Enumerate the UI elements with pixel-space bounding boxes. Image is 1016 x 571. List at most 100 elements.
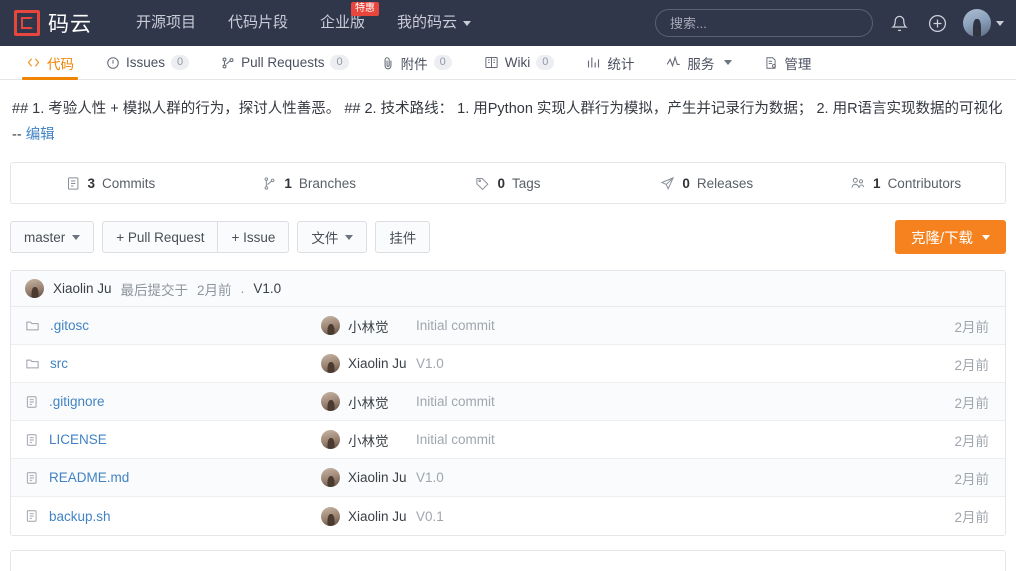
tab-badge: 0	[330, 55, 349, 70]
commit-icon	[66, 176, 81, 191]
commit-author[interactable]: Xiaolin Ju	[53, 281, 112, 296]
file-text-icon	[25, 395, 39, 409]
branch-selector[interactable]: master	[10, 221, 95, 253]
files-menu-label: 文件	[311, 231, 339, 246]
stat-label: Branches	[298, 175, 356, 191]
file-name-cell[interactable]: .gitosc	[11, 318, 321, 333]
stat-tags[interactable]: 0 Tags	[409, 176, 608, 191]
edit-description-link[interactable]: 编辑	[26, 127, 55, 143]
author-name: 小林觉	[348, 395, 389, 411]
table-row[interactable]: README.md Xiaolin Ju V1.0 2月前	[11, 459, 1005, 497]
file-author-cell[interactable]: 小林觉	[321, 392, 416, 412]
contributors-icon	[850, 175, 866, 191]
chevron-down-icon	[996, 20, 1004, 26]
author-name: Xiaolin Ju	[348, 470, 407, 485]
tab-services[interactable]: 服务	[650, 46, 748, 79]
file-name-cell[interactable]: LICENSE	[11, 432, 321, 447]
tab-attachments[interactable]: 附件 0	[365, 46, 468, 79]
file-time: 2月前	[954, 433, 989, 449]
search-input[interactable]	[655, 9, 873, 37]
new-issue-button[interactable]: + Issue	[217, 221, 290, 253]
table-row[interactable]: .gitignore 小林觉 Initial commit 2月前	[11, 383, 1005, 421]
file-author-cell[interactable]: Xiaolin Ju	[321, 354, 416, 373]
plus-circle-icon[interactable]	[925, 11, 949, 35]
readme-panel	[10, 550, 1006, 571]
nav-item-opensource[interactable]: 开源项目	[120, 0, 212, 46]
clone-download-button[interactable]: 克隆/下载	[894, 220, 1006, 254]
create-button-group: + Pull Request + Issue	[102, 221, 290, 253]
author-name: 小林觉	[348, 319, 389, 335]
file-commit-message[interactable]: V0.1	[416, 509, 919, 524]
file-commit-message[interactable]: Initial commit	[416, 394, 919, 409]
file-commit-message[interactable]: Initial commit	[416, 318, 919, 333]
tab-label: 统计	[607, 56, 635, 72]
file-author-cell[interactable]: Xiaolin Ju	[321, 506, 416, 526]
tab-issues[interactable]: Issues 0	[90, 46, 205, 79]
settings-doc-icon	[764, 56, 778, 70]
file-name: backup.sh	[49, 508, 111, 524]
file-commit-message[interactable]: Initial commit	[416, 432, 919, 447]
chevron-down-icon	[724, 60, 733, 65]
nav-item-enterprise[interactable]: 企业版 特惠	[304, 0, 381, 46]
files-menu-button[interactable]: 文件	[297, 221, 368, 253]
top-header: 码云 开源项目 代码片段 企业版 特惠 我的码云	[0, 0, 1016, 46]
tab-manage[interactable]: 管理	[748, 46, 827, 79]
nav-item-snippets[interactable]: 代码片段	[212, 0, 304, 46]
stat-label: Commits	[102, 175, 156, 191]
tab-code[interactable]: 代码	[10, 46, 90, 80]
brand-logo[interactable]: 码云	[0, 8, 92, 38]
notification-bell-icon[interactable]	[887, 11, 911, 35]
tab-wiki[interactable]: Wiki 0	[468, 46, 571, 79]
brand-name: 码云	[48, 13, 92, 36]
stat-commits[interactable]: 3 Commits	[11, 176, 210, 191]
file-author-cell[interactable]: 小林觉	[321, 316, 416, 336]
stat-releases[interactable]: 0 Releases	[607, 176, 806, 191]
nav-item-my-gitee[interactable]: 我的码云	[381, 0, 487, 46]
table-row[interactable]: backup.sh Xiaolin Ju V0.1 2月前	[11, 497, 1005, 535]
stat-count: 3	[87, 175, 96, 191]
code-icon	[26, 55, 41, 70]
repo-description: ## 1. 考验人性 + 模拟人群的行为，探讨人性善恶。 ## 2. 技术路线：…	[10, 80, 1006, 162]
file-name-cell[interactable]: .gitignore	[11, 394, 321, 409]
table-row[interactable]: LICENSE 小林觉 Initial commit 2月前	[11, 421, 1005, 459]
tab-pull-requests[interactable]: Pull Requests 0	[205, 46, 364, 79]
new-pull-request-button[interactable]: + Pull Request	[102, 221, 218, 253]
file-commit-message[interactable]: V1.0	[416, 356, 919, 371]
commit-meta-label: 最后提交于	[120, 282, 189, 298]
release-icon	[660, 176, 675, 191]
stat-count: 1	[284, 175, 292, 191]
avatar	[321, 354, 340, 373]
chevron-down-icon	[345, 234, 354, 240]
tab-statistics[interactable]: 统计	[570, 46, 650, 79]
file-name: .gitosc	[50, 318, 90, 333]
tab-badge: 0	[433, 55, 452, 70]
issue-circle-icon	[106, 56, 120, 70]
file-author-cell[interactable]: 小林觉	[321, 430, 416, 450]
widget-button[interactable]: 挂件	[375, 221, 431, 253]
repo-tabbar: 代码 Issues 0 Pull Requests 0 附件 0 Wiki 0 …	[0, 46, 1016, 80]
avatar	[321, 430, 340, 449]
author-name: Xiaolin Ju	[348, 356, 407, 371]
tab-label: 代码	[47, 56, 74, 72]
branch-icon	[262, 176, 277, 191]
file-author-cell[interactable]: Xiaolin Ju	[321, 468, 416, 487]
tag-icon	[475, 176, 490, 191]
file-name-cell[interactable]: src	[11, 356, 321, 371]
stat-branches[interactable]: 1 Branches	[210, 176, 409, 191]
file-name-cell[interactable]: README.md	[11, 470, 321, 485]
file-name-cell[interactable]: backup.sh	[11, 509, 321, 524]
nav-label: 代码片段	[228, 14, 289, 31]
table-row[interactable]: .gitosc 小林觉 Initial commit 2月前	[11, 307, 1005, 345]
file-text-icon	[25, 433, 39, 447]
file-time: 2月前	[954, 357, 989, 373]
file-commit-message[interactable]: V1.0	[416, 470, 919, 485]
stat-contributors[interactable]: 1 Contributors	[806, 175, 1005, 191]
avatar-menu[interactable]	[963, 9, 1004, 37]
stat-label: Tags	[511, 175, 541, 191]
stat-count: 0	[682, 175, 690, 191]
table-row[interactable]: src Xiaolin Ju V1.0 2月前	[11, 345, 1005, 383]
repo-content: ## 1. 考验人性 + 模拟人群的行为，探讨人性善恶。 ## 2. 技术路线：…	[0, 80, 1016, 536]
commit-message[interactable]: V1.0	[253, 281, 281, 296]
pull-request-icon	[221, 56, 235, 70]
repo-toolbar: master + Pull Request + Issue 文件 挂件 克隆/下…	[10, 220, 1006, 254]
